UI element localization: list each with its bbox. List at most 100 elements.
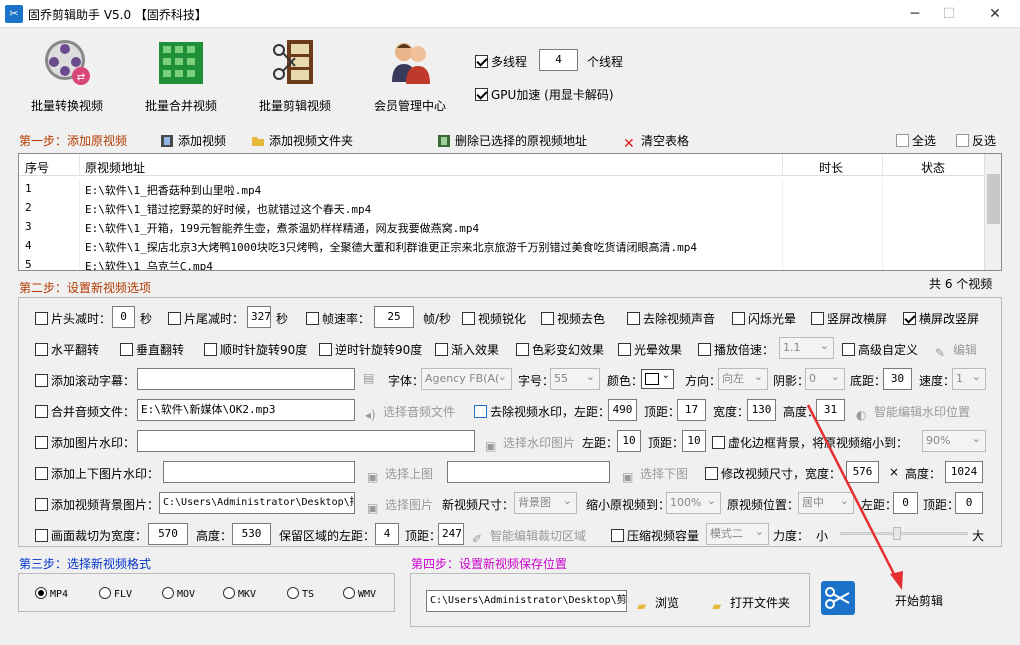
resize-width-input[interactable]: 576 — [846, 461, 879, 483]
table-row[interactable]: 3 E:\软件\1_开箱，199元智能养生壶，煮茶温奶样样精通，网友我要做燕窝.m… — [19, 217, 985, 236]
choose-audio-button[interactable]: ◂) 选择音频文件 — [365, 403, 455, 422]
scrollbar-thumb[interactable] — [987, 174, 1000, 224]
keep-top-input[interactable]: 247 — [438, 523, 464, 545]
image-watermark-checkbox[interactable]: 添加图片水印： — [35, 434, 135, 451]
choose-bg-image-button[interactable]: ▣ 选择图片 — [367, 496, 433, 515]
color-shift-checkbox[interactable]: 色彩变幻效果 — [516, 341, 604, 358]
start-button-icon[interactable] — [821, 581, 855, 615]
choose-top-image-button[interactable]: ▣ 选择上图 — [367, 465, 433, 484]
direction-select[interactable]: 向左 — [718, 367, 768, 390]
resize-checkbox[interactable]: 修改视频尺寸，宽度： — [705, 465, 841, 482]
top-image-input[interactable] — [163, 461, 355, 483]
shrink-select[interactable]: 100% — [666, 491, 721, 514]
strength-slider[interactable] — [840, 527, 968, 540]
pos-left-input[interactable]: 0 — [893, 492, 918, 514]
bottom-input[interactable]: 30 — [883, 368, 912, 390]
audio-path-input[interactable]: E:\软件\新媒体\OK2.mp3 — [137, 399, 355, 421]
bg-image-checkbox[interactable]: 添加视频背景图片： — [35, 496, 159, 513]
fps-input[interactable]: 25 — [374, 306, 414, 328]
maximize-button[interactable]: ☐ — [934, 4, 964, 24]
multithread-checkbox[interactable]: 多线程 — [475, 53, 527, 70]
bg-image-path-input[interactable]: C:\Users\Administrator\Desktop\抖 — [159, 492, 355, 514]
compress-mode-select[interactable]: 模式二 — [706, 522, 769, 545]
keep-left-input[interactable]: 4 — [375, 523, 399, 545]
video-table[interactable]: 序号 原视频地址 时长 状态 1 E:\软件\1_把香菇种到山里啦.mp4 2 E:\… — [18, 153, 1002, 271]
choose-bottom-image-button[interactable]: ▣ 选择下图 — [622, 465, 688, 484]
fps-checkbox[interactable]: 帧速率： — [306, 310, 370, 327]
h2v-checkbox[interactable]: 横屏改竖屏 — [903, 310, 979, 327]
table-row[interactable]: 1 E:\软件\1_把香菇种到山里啦.mp4 — [19, 179, 985, 198]
crop-checkbox[interactable]: 画面裁切为宽度： — [35, 527, 147, 544]
format-icon[interactable]: ▤ — [363, 371, 374, 385]
tail-cut-input[interactable]: 327 — [247, 306, 271, 328]
member-center-button[interactable]: 会员管理中心 — [360, 36, 460, 113]
format-radio-ts[interactable]: TS — [287, 586, 314, 600]
thread-count-input[interactable]: 4 — [539, 49, 578, 71]
vflip-checkbox[interactable]: 垂直翻转 — [120, 341, 184, 358]
head-cut-input[interactable]: 0 — [112, 306, 135, 328]
gpu-checkbox[interactable]: GPU加速 (用显卡解码) — [475, 86, 614, 103]
bottom-image-input[interactable] — [447, 461, 610, 483]
pos-top-input[interactable]: 0 — [955, 492, 983, 514]
merge-audio-checkbox[interactable]: 合并音频文件： — [35, 403, 135, 420]
tail-cut-checkbox[interactable]: 片尾减时： — [168, 310, 244, 327]
compress-checkbox[interactable]: 压缩视频容量 — [611, 527, 699, 544]
wm-width-input[interactable]: 130 — [747, 399, 776, 421]
wm-left-input[interactable]: 490 — [608, 399, 637, 421]
format-radio-mkv[interactable]: MKV — [223, 586, 256, 600]
batch-convert-button[interactable]: ⇄ 批量转换视频 — [17, 36, 117, 113]
v2h-checkbox[interactable]: 竖屏改横屏 — [811, 310, 887, 327]
scroll-speed-select[interactable]: 1 — [952, 367, 986, 390]
batch-edit-button[interactable]: 批量剪辑视频 — [245, 36, 345, 113]
edit-button[interactable]: ✎ 编辑 — [935, 341, 977, 360]
color-picker[interactable]: ⌄ — [641, 369, 674, 389]
advanced-checkbox[interactable]: 高级自定义 — [842, 341, 918, 358]
position-select[interactable]: 居中 — [798, 491, 854, 514]
minimize-button[interactable]: ─ — [900, 4, 930, 24]
wm-top-input[interactable]: 17 — [677, 399, 706, 421]
smart-crop-button[interactable]: ✐ 智能编辑裁切区域 — [472, 527, 586, 546]
choose-wm-image-button[interactable]: ▣ 选择水印图片 — [485, 434, 575, 453]
table-row[interactable]: 5 E:\软件\1_乌克兰C.mp4 — [19, 255, 985, 270]
img-top-input[interactable]: 10 — [682, 430, 706, 452]
head-cut-checkbox[interactable]: 片头减时： — [35, 310, 111, 327]
table-scrollbar[interactable] — [984, 154, 1001, 270]
shadow-select[interactable]: 0 — [805, 367, 845, 390]
wm-height-input[interactable]: 31 — [816, 399, 845, 421]
decolor-checkbox[interactable]: 视频去色 — [541, 310, 605, 327]
rotate-ccw-checkbox[interactable]: 逆时针旋转90度 — [319, 341, 422, 358]
smart-watermark-button[interactable]: ◐ 智能编辑水印位置 — [856, 403, 970, 422]
save-path-input[interactable]: C:\Users\Administrator\Desktop\剪 — [426, 590, 627, 612]
remove-audio-checkbox[interactable]: 去除视频声音 — [627, 310, 715, 327]
new-size-select[interactable]: 背景图 — [514, 491, 577, 514]
format-radio-wmv[interactable]: WMV — [343, 586, 376, 600]
flash-checkbox[interactable]: 闪烁光晕 — [732, 310, 796, 327]
blur-scale-select[interactable]: 90% — [922, 429, 986, 452]
size-select[interactable]: 55 — [550, 367, 600, 390]
scroll-subtitle-checkbox[interactable]: 添加滚动字幕： — [35, 372, 135, 389]
format-radio-mp4[interactable]: MP4 — [35, 586, 68, 600]
remove-watermark-checkbox[interactable]: 去除视频水印，左距： — [474, 403, 610, 420]
hflip-checkbox[interactable]: 水平翻转 — [35, 341, 99, 358]
browse-button[interactable]: ▰ 浏览 — [637, 594, 679, 613]
format-radio-flv[interactable]: FLV — [99, 586, 132, 600]
subtitle-input[interactable] — [137, 368, 355, 390]
add-video-button[interactable]: 添加视频 — [160, 132, 226, 149]
glow-checkbox[interactable]: 光晕效果 — [618, 341, 682, 358]
batch-merge-button[interactable]: 批量合并视频 — [131, 36, 231, 113]
delete-selected-button[interactable]: 删除已选择的原视频地址 — [437, 132, 587, 149]
tb-image-checkbox[interactable]: 添加上下图片水印： — [35, 465, 159, 482]
fade-checkbox[interactable]: 渐入效果 — [435, 341, 499, 358]
table-row[interactable]: 4 E:\软件\1_探店北京3大烤鸭1000块吃3只烤鸭，全聚德大董和利群谁更正宗… — [19, 236, 985, 255]
rotate-cw-checkbox[interactable]: 顺时针旋转90度 — [204, 341, 307, 358]
crop-width-input[interactable]: 570 — [148, 523, 188, 545]
resize-height-input[interactable]: 1024 — [945, 461, 983, 483]
speed-select[interactable]: 1.1 — [779, 336, 834, 359]
clear-table-button[interactable]: ✕ 清空表格 — [623, 132, 689, 151]
close-button[interactable]: ✕ — [980, 4, 1010, 24]
add-folder-button[interactable]: 添加视频文件夹 — [251, 132, 353, 149]
open-folder-button[interactable]: ▰ 打开文件夹 — [712, 594, 790, 613]
crop-height-input[interactable]: 530 — [232, 523, 271, 545]
invert-selection-button[interactable]: 反选 — [956, 132, 996, 149]
image-wm-input[interactable] — [137, 430, 475, 452]
